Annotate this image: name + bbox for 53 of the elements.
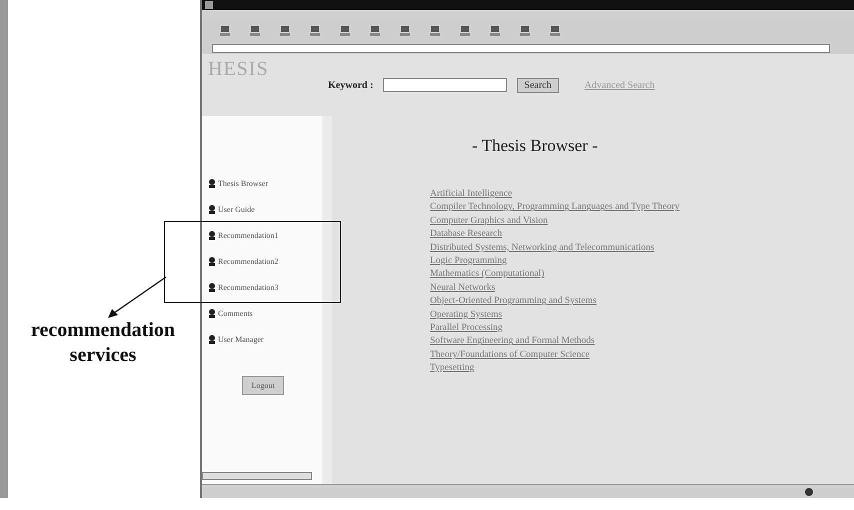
category-link[interactable]: Operating Systems bbox=[430, 308, 854, 322]
toolbar-icon[interactable] bbox=[398, 24, 412, 38]
browser-icon bbox=[205, 1, 213, 9]
toolbar-icon[interactable] bbox=[308, 24, 322, 38]
category-link[interactable]: Logic Programming bbox=[430, 255, 854, 268]
keyword-field[interactable] bbox=[383, 78, 508, 92]
sidebar-item[interactable]: Thesis Browser bbox=[208, 176, 318, 190]
toolbar-icon[interactable] bbox=[428, 24, 442, 38]
person-icon bbox=[208, 178, 216, 188]
toolbar-icon[interactable] bbox=[278, 24, 292, 38]
person-icon bbox=[208, 308, 216, 318]
logout-button[interactable]: Logout bbox=[242, 376, 284, 395]
sidebar-item[interactable]: Comments bbox=[208, 306, 318, 320]
sidebar-item[interactable]: Recommendation2 bbox=[208, 254, 318, 268]
person-icon bbox=[208, 204, 216, 214]
advanced-search-link[interactable]: Advanced Search bbox=[584, 80, 655, 90]
globe-icon bbox=[804, 486, 814, 496]
category-link[interactable]: Typesetting bbox=[430, 362, 854, 376]
page-title: - Thesis Browser - bbox=[472, 136, 599, 156]
category-link[interactable]: Compiler Technology, Programming Languages and Type Theory bbox=[430, 201, 854, 215]
annotation-label: recommendation services bbox=[30, 318, 176, 368]
toolbar-icon[interactable] bbox=[368, 24, 382, 38]
toolbar-icon[interactable] bbox=[218, 24, 232, 38]
keyword-label: Keyword : bbox=[328, 80, 374, 90]
toolbar-icon[interactable] bbox=[518, 24, 532, 38]
sidebar-item[interactable]: User Manager bbox=[208, 332, 318, 346]
search-button[interactable]: Search bbox=[517, 78, 558, 92]
address-field[interactable] bbox=[212, 44, 830, 52]
category-link[interactable]: Mathematics (Computational) bbox=[430, 268, 854, 282]
toolbar-icon[interactable] bbox=[458, 24, 472, 38]
category-link[interactable]: Neural Networks bbox=[430, 282, 854, 296]
category-link[interactable]: Software Engineering and Formal Methods bbox=[430, 335, 854, 349]
category-link[interactable]: Object-Oriented Programming and Systems bbox=[430, 295, 854, 309]
toolbar-icon[interactable] bbox=[338, 24, 352, 38]
logo: HESIS bbox=[208, 57, 270, 81]
arrow bbox=[106, 276, 168, 320]
category-link[interactable]: Parallel Processing bbox=[430, 322, 854, 336]
sidebar-item[interactable]: Recommendation3 bbox=[208, 280, 318, 294]
scrollbar[interactable] bbox=[202, 472, 312, 480]
person-icon bbox=[208, 230, 216, 240]
toolbar-icon[interactable] bbox=[488, 24, 502, 38]
category-link[interactable]: Computer Graphics and Vision bbox=[430, 214, 854, 228]
sidebar-item[interactable]: Recommendation1 bbox=[208, 228, 318, 242]
person-icon bbox=[208, 334, 216, 344]
category-link[interactable]: Theory/Foundations of Computer Science bbox=[430, 348, 854, 362]
category-link[interactable]: Artificial Intelligence bbox=[430, 188, 854, 202]
person-icon bbox=[208, 256, 216, 266]
toolbar-icon[interactable] bbox=[248, 24, 262, 38]
category-link[interactable]: Database Research bbox=[430, 228, 854, 242]
person-icon bbox=[208, 282, 216, 292]
category-link[interactable]: Distributed Systems, Networking and Telecommunications bbox=[430, 242, 854, 256]
toolbar-icon[interactable] bbox=[548, 24, 562, 38]
sidebar-item[interactable]: User Guide bbox=[208, 202, 318, 216]
